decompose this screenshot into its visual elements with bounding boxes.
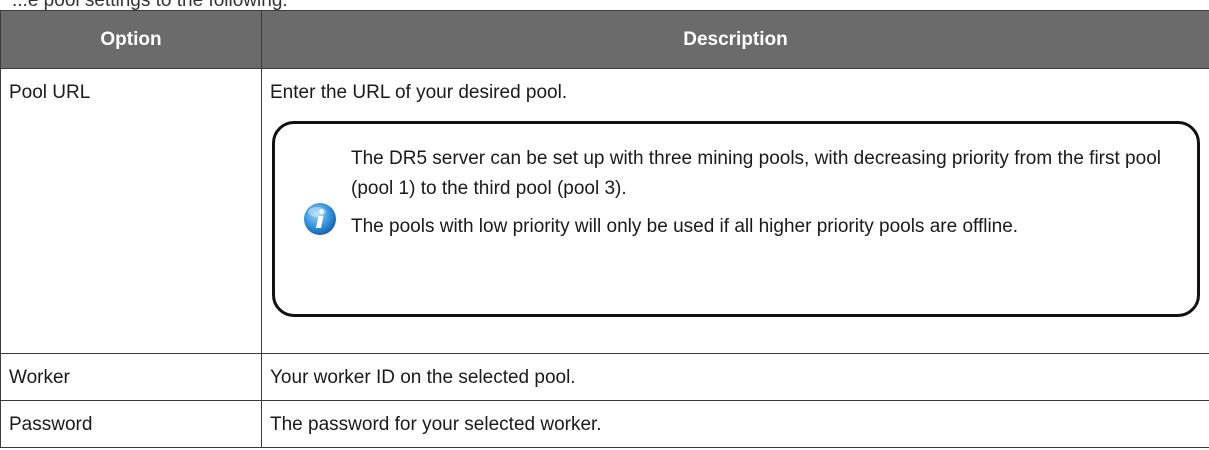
note-paragraph-1: The DR5 server can be set up with three … <box>351 148 1161 199</box>
option-worker: Worker <box>9 367 70 388</box>
option-cell: Pool URL <box>0 68 262 354</box>
table-row: Password The password for your selected … <box>0 400 1209 448</box>
description-cell: Enter the URL of your desired pool. The … <box>261 68 1209 354</box>
option-password: Password <box>9 414 93 435</box>
note-paragraph-2: The pools with low priority will only be… <box>351 216 1019 237</box>
description-worker: Your worker ID on the selected pool. <box>270 367 576 388</box>
description-cell: Your worker ID on the selected pool. <box>261 353 1209 401</box>
header-description: Description <box>261 10 1209 69</box>
option-cell: Password <box>0 400 262 448</box>
option-cell: Worker <box>0 353 262 401</box>
description-password: The password for your selected worker. <box>270 414 602 435</box>
info-note-box: The DR5 server can be set up with three … <box>272 121 1200 317</box>
pool-settings-table: Option Description Pool URL Enter the UR… <box>0 10 1209 448</box>
description-pool-url: Enter the URL of your desired pool. <box>270 82 568 103</box>
header-option: Option <box>0 10 262 69</box>
table-row: Pool URL Enter the URL of your desired p… <box>0 68 1209 354</box>
table-header-row: Option Description <box>0 10 1209 69</box>
table-row: Worker Your worker ID on the selected po… <box>0 353 1209 401</box>
note-text: The DR5 server can be set up with three … <box>351 144 1161 250</box>
info-icon <box>304 203 336 235</box>
description-cell: The password for your selected worker. <box>261 400 1209 448</box>
option-pool-url: Pool URL <box>9 82 91 103</box>
